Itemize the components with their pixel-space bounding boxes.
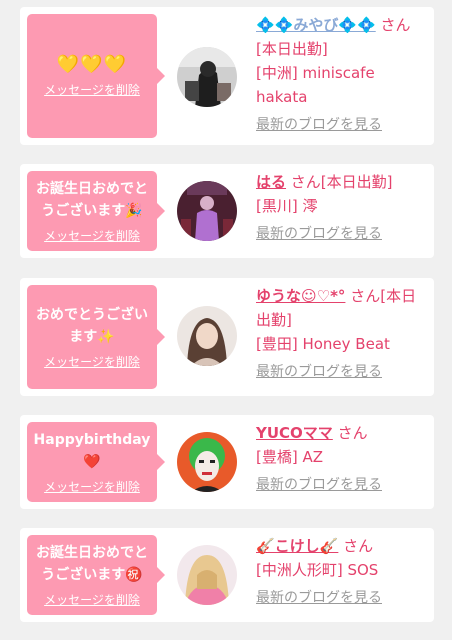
avatar[interactable] — [177, 545, 237, 605]
delete-message-link[interactable]: メッセージを削除 — [44, 82, 140, 98]
greeting-card: お誕生日おめでとうございます㊗️ メッセージを削除 🎸こけし🎸 さん [中洲人形… — [20, 528, 434, 622]
latest-blog-link[interactable]: 最新のブログを見る — [256, 586, 382, 610]
avatar[interactable] — [177, 181, 237, 241]
message-text: お誕生日おめでとうございます㊗️ — [36, 545, 148, 583]
message-bubble: お誕生日おめでとうございます🎉 メッセージを削除 — [27, 171, 165, 251]
avatar[interactable] — [177, 306, 237, 366]
greeting-card: お誕生日おめでとうございます🎉 メッセージを削除 はる さん[本日出勤] [黒川… — [20, 164, 434, 258]
message-text: お誕生日おめでとうございます🎉 — [36, 181, 148, 219]
delete-message-link[interactable]: メッセージを削除 — [44, 354, 140, 370]
cast-name-link[interactable]: YUCOママ — [256, 424, 333, 442]
cast-name-link[interactable]: 💠💠みやび💠💠 — [256, 16, 376, 34]
greeting-list: 💛💛💛 メッセージを削除 💠💠みやび💠💠 さん[本日出勤] [中洲] minis… — [0, 0, 452, 640]
cast-info: 🎸こけし🎸 さん [中洲人形町] SOS 最新のブログを見る — [256, 534, 424, 610]
cast-name-link[interactable]: 🎸こけし🎸 — [256, 537, 338, 555]
message-text: 💛💛💛 — [56, 54, 128, 75]
message-text: Happybirthday❤️ — [33, 432, 151, 470]
shop-label: [豊橋] AZ — [256, 448, 324, 466]
delete-message-link[interactable]: メッセージを削除 — [44, 479, 140, 495]
message-bubble: 💛💛💛 メッセージを削除 — [27, 14, 165, 138]
cast-info: ゆうな☺︎♡*° さん[本日出勤] [豊田] Honey Beat 最新のブログ… — [256, 284, 424, 384]
message-bubble: おめでとうございます✨ メッセージを削除 — [27, 285, 165, 389]
status-suffix: さん — [343, 537, 374, 555]
delete-message-link[interactable]: メッセージを削除 — [44, 592, 140, 608]
message-bubble: Happybirthday❤️ メッセージを削除 — [27, 422, 165, 502]
cast-name-link[interactable]: ゆうな☺︎♡*° — [256, 287, 345, 305]
shop-label: [黒川] 澪 — [256, 197, 318, 215]
greeting-card: 💛💛💛 メッセージを削除 💠💠みやび💠💠 さん[本日出勤] [中洲] minis… — [20, 7, 434, 145]
avatar[interactable] — [177, 432, 237, 492]
greeting-card: おめでとうございます✨ メッセージを削除 ゆうな☺︎♡*° さん[本日出勤] [… — [20, 278, 434, 396]
shop-label: [豊田] Honey Beat — [256, 335, 390, 353]
shop-label: [中洲] miniscafe hakata — [256, 64, 375, 106]
latest-blog-link[interactable]: 最新のブログを見る — [256, 113, 382, 137]
latest-blog-link[interactable]: 最新のブログを見る — [256, 473, 382, 497]
latest-blog-link[interactable]: 最新のブログを見る — [256, 360, 382, 384]
avatar[interactable] — [177, 47, 237, 107]
greeting-card: Happybirthday❤️ メッセージを削除 YUCOママ さん [豊橋] … — [20, 415, 434, 509]
shop-label: [中洲人形町] SOS — [256, 561, 379, 579]
latest-blog-link[interactable]: 最新のブログを見る — [256, 222, 382, 246]
delete-message-link[interactable]: メッセージを削除 — [44, 228, 140, 244]
cast-info: はる さん[本日出勤] [黒川] 澪 最新のブログを見る — [256, 170, 424, 246]
cast-info: YUCOママ さん [豊橋] AZ 最新のブログを見る — [256, 421, 424, 497]
status-suffix: さん — [337, 424, 368, 442]
cast-info: 💠💠みやび💠💠 さん[本日出勤] [中洲] miniscafe hakata 最… — [256, 13, 424, 137]
status-suffix: さん[本日出勤] — [290, 173, 393, 191]
message-text: おめでとうございます✨ — [36, 307, 148, 345]
cast-name-link[interactable]: はる — [256, 173, 286, 191]
message-bubble: お誕生日おめでとうございます㊗️ メッセージを削除 — [27, 535, 165, 615]
